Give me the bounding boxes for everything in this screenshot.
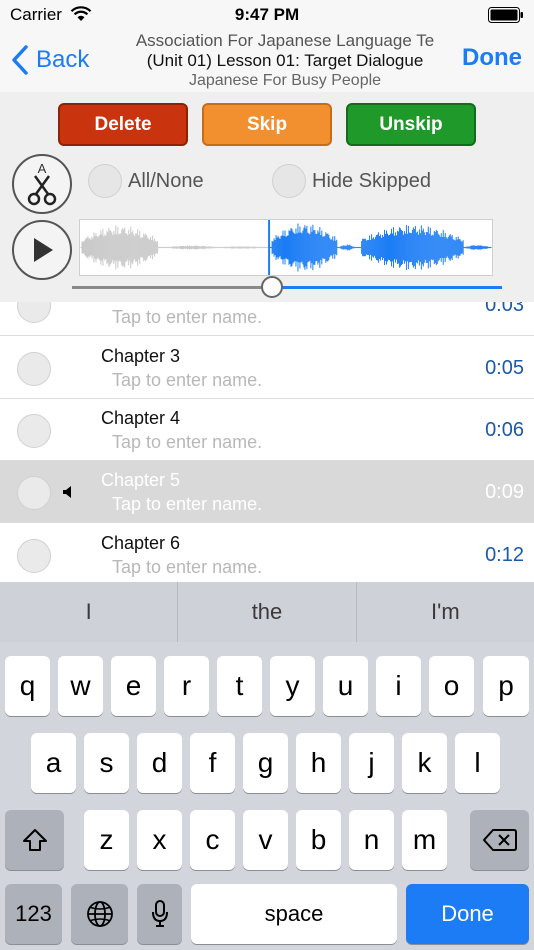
split-button[interactable]: A [12, 154, 72, 214]
key-t[interactable]: t [217, 656, 262, 716]
title-line-1: Association For Japanese Language Te [135, 31, 435, 50]
microphone-icon [151, 900, 168, 927]
chapter-row[interactable]: Chapter 6 Tap to enter name. 0:12 [0, 524, 534, 582]
chapter-title: Chapter 4 [101, 408, 181, 428]
key-c[interactable]: c [190, 810, 235, 870]
key-q[interactable]: q [5, 656, 50, 716]
done-button[interactable]: Done [462, 44, 522, 72]
controls-panel: Delete Skip Unskip A All/None Hide Skipp… [0, 92, 534, 302]
chapter-title: Chapter 6 [101, 533, 181, 553]
backspace-icon [482, 829, 517, 851]
key-z[interactable]: z [84, 810, 129, 870]
all-none-label: All/None [128, 169, 204, 192]
chapter-row[interactable]: Chapter 4 Tap to enter name. 0:06 [0, 399, 534, 461]
key-d[interactable]: d [137, 733, 182, 793]
playback-slider-thumb[interactable] [261, 276, 283, 298]
unskip-button[interactable]: Unskip [346, 103, 476, 146]
globe-key[interactable] [71, 884, 128, 944]
space-key[interactable]: space [191, 884, 397, 944]
chapter-name-placeholder[interactable]: Tap to enter name. [112, 557, 262, 578]
chapter-select-radio[interactable] [17, 352, 51, 386]
key-b[interactable]: b [296, 810, 341, 870]
title-line-2: (Unit 01) Lesson 01: Target Dialogue [146, 51, 424, 70]
chapter-select-radio[interactable] [17, 414, 51, 448]
key-m[interactable]: m [402, 810, 447, 870]
key-h[interactable]: h [296, 733, 341, 793]
key-o[interactable]: o [429, 656, 474, 716]
status-time: 9:47 PM [234, 5, 300, 24]
slider-track-remaining [282, 286, 502, 289]
key-p[interactable]: p [483, 656, 529, 716]
key-w[interactable]: w [58, 656, 103, 716]
shift-icon [22, 829, 47, 851]
chapter-name-placeholder[interactable]: Tap to enter name. [112, 432, 262, 453]
key-n[interactable]: n [349, 810, 394, 870]
suggestion-item[interactable]: I'm [357, 582, 534, 642]
play-button[interactable] [12, 220, 72, 280]
audio-waveform[interactable] [79, 219, 493, 276]
key-u[interactable]: u [323, 656, 368, 716]
key-k[interactable]: k [402, 733, 447, 793]
navigation-bar: Back Association For Japanese Language T… [0, 30, 534, 92]
key-j[interactable]: j [349, 733, 394, 793]
backspace-key[interactable] [470, 810, 529, 870]
keyboard: I the I'm q w e r t y u i o p a s d f g … [0, 582, 534, 950]
hide-skipped-label: Hide Skipped [312, 169, 431, 192]
chapter-name-placeholder[interactable]: Tap to enter name. [112, 307, 262, 328]
key-s[interactable]: s [84, 733, 129, 793]
key-y[interactable]: y [270, 656, 315, 716]
suggestion-bar: I the I'm [0, 582, 534, 642]
key-a[interactable]: a [31, 733, 76, 793]
play-icon [34, 238, 53, 262]
all-none-radio[interactable] [88, 164, 122, 198]
globe-icon [86, 901, 113, 927]
back-label: Back [36, 46, 90, 73]
shift-key[interactable] [5, 810, 64, 870]
back-button[interactable]: Back [10, 42, 89, 78]
chapter-select-radio[interactable] [17, 302, 51, 323]
chapter-select-radio[interactable] [17, 476, 51, 510]
chapter-name-placeholder[interactable]: Tap to enter name. [112, 370, 262, 391]
key-v[interactable]: v [243, 810, 288, 870]
chapter-row[interactable]: Tap to enter name. 0:03 [0, 302, 534, 336]
battery-icon [488, 7, 523, 23]
page-title: Association For Japanese Language Te (Un… [126, 31, 444, 91]
dictation-key[interactable] [137, 884, 182, 944]
chapter-duration: 0:09 [485, 481, 524, 503]
svg-text:A: A [38, 161, 47, 176]
chapter-list: Tap to enter name. 0:03 Chapter 3 Tap to… [0, 302, 534, 582]
key-g[interactable]: g [243, 733, 288, 793]
numbers-key[interactable]: 123 [5, 884, 62, 944]
hide-skipped-toggle[interactable]: Hide Skipped [272, 164, 431, 198]
slider-track-played [72, 286, 262, 289]
key-x[interactable]: x [137, 810, 182, 870]
chapter-name-placeholder[interactable]: Tap to enter name. [112, 494, 262, 515]
title-line-3: Japanese For Busy People [188, 72, 382, 89]
chapter-duration: 0:05 [485, 357, 524, 379]
speaker-icon [63, 486, 71, 498]
key-r[interactable]: r [164, 656, 209, 716]
chapter-duration: 0:06 [485, 419, 524, 441]
key-i[interactable]: i [376, 656, 421, 716]
chapter-title: Chapter 3 [101, 346, 181, 366]
chapter-title: Chapter 5 [101, 470, 181, 490]
key-l[interactable]: l [455, 733, 500, 793]
hide-skipped-radio[interactable] [272, 164, 306, 198]
suggestion-item[interactable]: the [178, 582, 357, 642]
scissors-icon: A [27, 161, 57, 206]
chapter-duration: 0:03 [485, 302, 524, 316]
keyboard-done-key[interactable]: Done [406, 884, 529, 944]
chapter-row-playing[interactable]: Chapter 5 Tap to enter name. 0:09 [0, 461, 534, 523]
key-f[interactable]: f [190, 733, 235, 793]
key-e[interactable]: e [111, 656, 156, 716]
chapter-row[interactable]: Chapter 3 Tap to enter name. 0:05 [0, 337, 534, 399]
suggestion-item[interactable]: I [0, 582, 179, 642]
status-bar: Carrier 9:47 PM [0, 0, 534, 30]
chapter-duration: 0:12 [485, 544, 524, 566]
delete-button[interactable]: Delete [58, 103, 188, 146]
chevron-left-icon [12, 45, 28, 75]
chapter-select-radio[interactable] [17, 539, 51, 573]
all-none-toggle[interactable]: All/None [88, 164, 204, 198]
skip-button[interactable]: Skip [202, 103, 332, 146]
